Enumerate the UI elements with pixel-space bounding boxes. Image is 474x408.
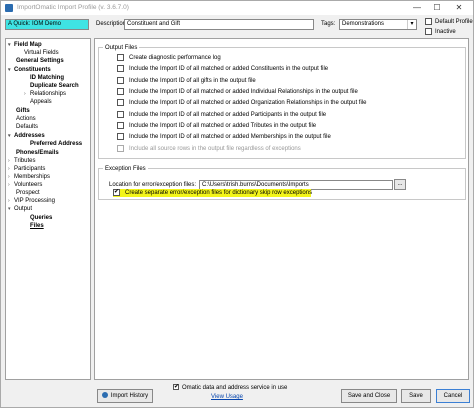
title-bar: ImportOmatic Import Profile (v. 3.6.7.0)… (1, 1, 473, 15)
inactive-checkbox[interactable]: Inactive (425, 28, 456, 37)
nav-item-vip-processing[interactable]: › VIP Processing (8, 197, 55, 205)
option-label: Include the Import ID of all matched or … (129, 89, 358, 96)
nav-item-preferred-address[interactable]: Preferred Address (30, 140, 82, 148)
nav-item-queries[interactable]: Queries (30, 214, 52, 222)
option-organization-relationships-import-id[interactable]: Include the Import ID of all matched or … (117, 99, 366, 108)
tags-value: Demonstrations (342, 21, 385, 27)
files-settings-panel: Output Files Create diagnostic performan… (94, 38, 469, 380)
checkbox-box (117, 145, 124, 152)
omatic-service-status: Omatic data and address service in use (173, 383, 288, 392)
import-history-button[interactable]: Import History (97, 389, 153, 403)
nav-item-prospect[interactable]: Prospect (16, 189, 40, 197)
status-text: Omatic data and address service in use (182, 385, 288, 391)
nav-label: Output (14, 206, 33, 212)
checkbox-box (117, 65, 124, 72)
profile-name-field[interactable]: A Quick: IOM Demo (5, 19, 89, 30)
nav-label: Participants (14, 166, 46, 172)
nav-item-defaults[interactable]: Defaults (16, 123, 38, 131)
nav-item-memberships[interactable]: › Memberships (8, 173, 50, 181)
maximize-button[interactable]: ☐ (427, 2, 447, 14)
option-label: Include the Import ID of all matched or … (129, 66, 329, 73)
option-label: Create separate error/exception files fo… (125, 190, 313, 197)
option-label: Include the Import ID of all gifts in th… (129, 78, 256, 85)
service-check-icon (173, 383, 179, 391)
exception-files-title: Exception Files (103, 165, 148, 173)
close-button[interactable]: ✕ (449, 2, 469, 14)
nav-item-general-settings[interactable]: General Settings (16, 57, 64, 65)
save-button[interactable]: Save (401, 389, 431, 403)
nav-item-relationships[interactable]: › Relationships (24, 90, 66, 98)
option-memberships-import-id[interactable]: Include the Import ID of all matched or … (117, 133, 331, 142)
option-gifts-import-id[interactable]: Include the Import ID of all gifts in th… (117, 77, 256, 86)
cancel-button[interactable]: Cancel (436, 389, 470, 403)
nav-item-participants[interactable]: › Participants (8, 165, 45, 173)
window-title: ImportOmatic Import Profile (v. 3.6.7.0) (17, 4, 129, 11)
nav-item-id-matching[interactable]: ID Matching (30, 74, 64, 82)
nav-label: Relationships (30, 91, 67, 97)
option-label: Include the Import ID of all matched or … (129, 100, 367, 107)
default-profile-label: Default Profile (435, 19, 473, 26)
checkbox-box (117, 99, 124, 106)
option-label: Include the Import ID of all matched or … (129, 112, 327, 119)
output-files-group: Output Files Create diagnostic performan… (98, 44, 466, 159)
nav-label: VIP Processing (14, 198, 55, 204)
nav-item-tributes[interactable]: › Tributes (8, 157, 35, 165)
option-label: Include the Import ID of all matched or … (129, 134, 331, 141)
nav-label: Field Map (14, 42, 42, 48)
nav-item-gifts[interactable]: Gifts (16, 107, 30, 115)
checkbox-box (117, 54, 124, 61)
nav-item-files[interactable]: Files (30, 222, 44, 230)
nav-item-constituents[interactable]: ▾ Constituents (8, 66, 51, 74)
description-field[interactable]: Constituent and Gift (124, 19, 314, 30)
checkbox-box (425, 18, 432, 25)
nav-label: Constituents (14, 67, 51, 73)
nav-item-appeals[interactable]: Appeals (30, 98, 52, 106)
nav-label: Addresses (14, 133, 45, 139)
option-individual-relationships-import-id[interactable]: Include the Import ID of all matched or … (117, 88, 358, 97)
nav-item-duplicate-search[interactable]: Duplicate Search (30, 82, 79, 90)
option-participants-import-id[interactable]: Include the Import ID of all matched or … (117, 111, 326, 120)
checkbox-box (113, 188, 120, 196)
chevron-down-icon: ▾ (407, 20, 416, 29)
checkbox-box (117, 133, 124, 140)
nav-item-output[interactable]: ▾ Output (8, 205, 32, 213)
nav-item-virtual-fields[interactable]: Virtual Fields (24, 49, 59, 57)
navigation-tree: ▾ Field Map Virtual Fields General Settin… (5, 38, 91, 380)
nav-item-field-map[interactable]: ▾ Field Map (8, 41, 42, 49)
option-constituents-import-id[interactable]: Include the Import ID of all matched or … (117, 65, 328, 74)
nav-label: Tributes (14, 158, 36, 164)
output-files-title: Output Files (103, 44, 140, 52)
option-label: Create diagnostic performance log (129, 55, 221, 62)
checkbox-box (117, 88, 124, 95)
tags-dropdown[interactable]: Demonstrations ▾ (339, 19, 417, 30)
save-and-close-button[interactable]: Save and Close (341, 389, 397, 403)
minimize-button[interactable]: — (407, 2, 427, 14)
nav-item-addresses[interactable]: ▾ Addresses (8, 132, 45, 140)
option-separate-exception-files[interactable]: Create separate error/exception files fo… (113, 188, 313, 197)
tags-label: Tags: (321, 21, 336, 27)
inactive-label: Inactive (435, 29, 456, 36)
option-label: Include the Import ID of all matched or … (129, 123, 317, 130)
button-label: Import History (110, 393, 149, 399)
checkbox-box (117, 77, 124, 84)
import-profile-window: ImportOmatic Import Profile (v. 3.6.7.0)… (0, 0, 474, 408)
nav-label: Volunteers (14, 182, 43, 188)
checkbox-box (425, 28, 432, 35)
nav-label: Memberships (14, 174, 51, 180)
app-icon (5, 4, 13, 12)
nav-item-volunteers[interactable]: › Volunteers (8, 181, 42, 189)
option-tributes-import-id[interactable]: Include the Import ID of all matched or … (117, 122, 316, 131)
nav-item-phones-emails[interactable]: Phones/Emails (16, 149, 59, 157)
option-diagnostic-log[interactable]: Create diagnostic performance log (117, 54, 221, 63)
option-all-source-rows[interactable]: Include all source rows in the output fi… (117, 145, 301, 154)
checkbox-box (117, 111, 124, 118)
description-label: Description: (96, 21, 128, 27)
history-icon (101, 392, 108, 399)
nav-item-actions[interactable]: Actions (16, 115, 36, 123)
checkbox-box (117, 122, 124, 129)
default-profile-checkbox[interactable]: Default Profile (425, 18, 473, 27)
browse-button[interactable]: ... (394, 179, 406, 190)
view-usage-link[interactable]: View Usage (211, 394, 243, 400)
option-label: Include all source rows in the output fi… (129, 146, 301, 153)
